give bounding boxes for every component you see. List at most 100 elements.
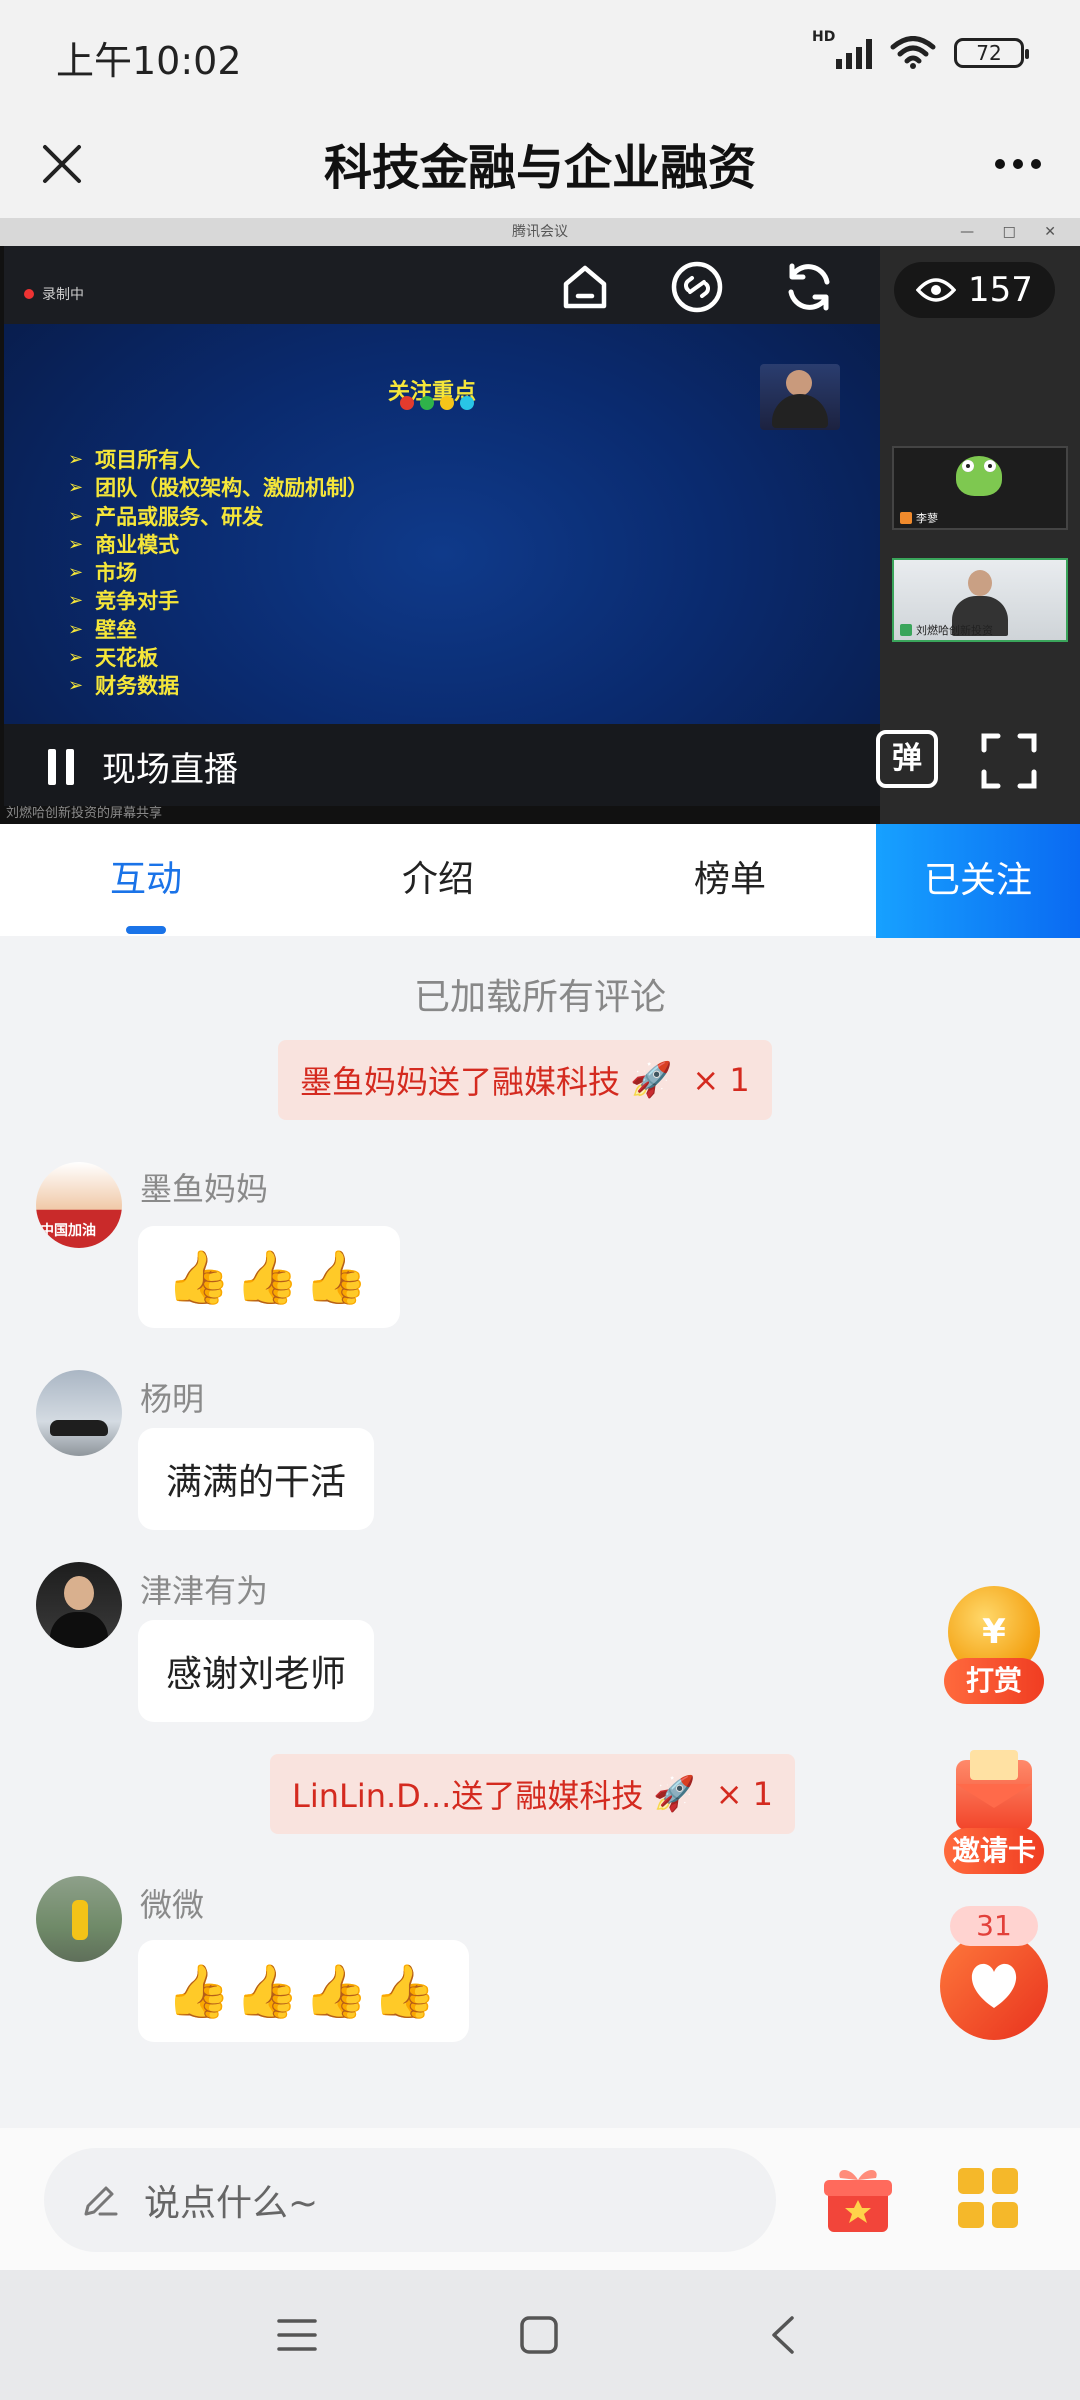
reward-button[interactable]: ¥ 打赏: [936, 1586, 1052, 1706]
gift-text: LinLin.D...送了融媒科技: [292, 1777, 644, 1815]
tab-intro[interactable]: 介绍: [292, 824, 584, 936]
eye-icon: [916, 278, 956, 302]
screen-share-note: 刘燃哈创新投资的屏幕共享: [6, 806, 163, 821]
slide-bullet: ➢ 产品或服务、研发: [68, 504, 264, 529]
window-controls: — □ ✕: [960, 224, 1068, 240]
record-dot-icon: [24, 289, 34, 299]
avatar[interactable]: [36, 1370, 122, 1456]
home-nav-button[interactable]: [516, 2312, 562, 2358]
live-video-player[interactable]: 腾讯会议 — □ ✕ 关注重点 ➢ 项目所有人 ➢ 团队（股权架构、激励机制） ➢ 产…: [0, 218, 1080, 824]
like-circle: [940, 1932, 1048, 2040]
user-icon: [900, 512, 912, 524]
apps-grid-icon[interactable]: [958, 2168, 1018, 2228]
viewer-count: 157: [894, 262, 1055, 318]
slide-bullet-list: ➢ 项目所有人 ➢ 团队（股权架构、激励机制） ➢ 产品或服务、研发 ➢ 商业模式 ➢ 市…: [68, 446, 368, 701]
menu-nav-button[interactable]: [274, 2312, 320, 2358]
chat-username: 津津有为: [140, 1572, 269, 1610]
status-time: 上午10:02: [56, 39, 242, 83]
slide-bullet: ➢ 项目所有人: [68, 448, 201, 472]
home-button[interactable]: [556, 258, 614, 316]
network-type: HD: [812, 29, 836, 45]
comment-input[interactable]: 说点什么~: [44, 2148, 776, 2252]
more-dot: [1031, 159, 1041, 169]
envelope-icon: [956, 1750, 1032, 1830]
recording-badge: 录制中: [24, 284, 84, 304]
invite-card-button[interactable]: 邀请卡: [936, 1750, 1052, 1876]
more-options-button[interactable]: [984, 130, 1052, 198]
slide-color-dots: [400, 396, 474, 410]
thumbs-up-emoji: 👍👍👍👍: [166, 1961, 441, 2022]
avatar-caption: 中国加油: [40, 1223, 96, 1239]
refresh-icon: [788, 263, 830, 311]
slide-bullet: ➢ 商业模式: [68, 532, 180, 557]
more-dot: [1013, 159, 1023, 169]
window-title: 腾讯会议: [0, 218, 1080, 246]
rocket-icon: 🚀: [653, 1774, 696, 1814]
chat-bubble: 👍👍👍👍: [138, 1940, 469, 2042]
gift-button[interactable]: [820, 2162, 896, 2238]
status-bar: 上午10:02 HD 72: [0, 0, 1080, 110]
chat-bubble: 满满的干活: [138, 1428, 375, 1530]
fullscreen-button[interactable]: [980, 732, 1038, 790]
gift-notice: LinLin.D...送了融媒科技 🚀 × 1: [270, 1754, 796, 1834]
play-pause-control[interactable]: 现场直播: [48, 742, 238, 791]
slide-bullet: ➢ 市场: [68, 561, 138, 586]
tab-ranking[interactable]: 榜单: [584, 824, 876, 936]
like-button[interactable]: 31: [936, 1906, 1052, 2046]
gift-notice: 墨鱼妈妈送了融媒科技 🚀 × 1: [278, 1040, 772, 1120]
danmu-toggle-button[interactable]: 弹: [876, 730, 938, 788]
mic-icon: [900, 624, 912, 636]
signal-icon: HD: [812, 29, 872, 69]
more-dot: [995, 159, 1005, 169]
home-icon: [563, 265, 607, 309]
square-home-icon: [520, 2316, 558, 2354]
gift-icon: [824, 2170, 892, 2232]
pencil-icon: [84, 2186, 118, 2216]
follow-button[interactable]: 已关注: [876, 824, 1080, 938]
avatar[interactable]: 中国加油: [36, 1162, 122, 1248]
gift-text: 墨鱼妈妈送了融媒科技: [300, 1063, 621, 1101]
wifi-icon: [890, 36, 936, 69]
page-title: 科技金融与企业融资: [323, 140, 756, 196]
participant-name: 李蓼: [916, 512, 938, 525]
participant-tile[interactable]: 李蓼: [892, 446, 1068, 530]
frog-avatar-icon: [956, 456, 1002, 496]
shared-slide: 关注重点 ➢ 项目所有人 ➢ 团队（股权架构、激励机制） ➢ 产品或服务、研发 ➢ 商业…: [4, 246, 880, 806]
pause-icon: [48, 748, 74, 785]
slide-bullet: ➢ 天花板: [68, 646, 159, 671]
chat-bubble: 👍👍👍: [138, 1226, 401, 1328]
comment-placeholder: 说点什么~: [144, 2183, 319, 2224]
slide-bullet: ➢ 团队（股权架构、激励机制）: [68, 476, 369, 501]
speaker-thumbnail: [760, 364, 840, 430]
back-icon: [772, 2316, 794, 2354]
fullscreen-icon: [981, 733, 1037, 789]
chat-username: 墨鱼妈妈: [140, 1170, 269, 1208]
loaded-comments-note: 已加载所有评论: [413, 977, 666, 1018]
refresh-button[interactable]: [780, 258, 838, 316]
video-control-icons: [556, 258, 838, 316]
slide-bullet: ➢ 财务数据: [68, 674, 180, 699]
system-nav-bar: [0, 2270, 1080, 2400]
chat-username: 微微: [140, 1886, 205, 1924]
menu-icon: [277, 2319, 317, 2351]
invite-label: 邀请卡: [944, 1828, 1044, 1874]
slide-bullet: ➢ 竞争对手: [68, 589, 180, 614]
slide-bullet: ➢ 壁垒: [68, 617, 138, 642]
link-button[interactable]: [668, 258, 726, 316]
gift-count: × 1: [715, 1775, 774, 1813]
like-count: 31: [950, 1906, 1038, 1946]
back-nav-button[interactable]: [760, 2312, 806, 2358]
participant-name: 刘燃哈创新投资: [916, 624, 993, 637]
heart-icon: [971, 1963, 1017, 2008]
thumbs-up-emoji: 👍👍👍: [166, 1247, 373, 1308]
avatar[interactable]: [36, 1562, 122, 1648]
tab-indicator: [126, 926, 166, 934]
comment-bar: 说点什么~: [0, 2128, 1080, 2270]
gift-count: × 1: [692, 1061, 750, 1099]
reward-label: 打赏: [944, 1658, 1044, 1704]
avatar[interactable]: [36, 1876, 122, 1962]
participant-tile[interactable]: 刘燃哈创新投资: [892, 558, 1068, 642]
battery-icon: 72: [954, 38, 1029, 68]
tab-interaction[interactable]: 互动: [0, 824, 292, 936]
link-icon: [671, 261, 723, 313]
